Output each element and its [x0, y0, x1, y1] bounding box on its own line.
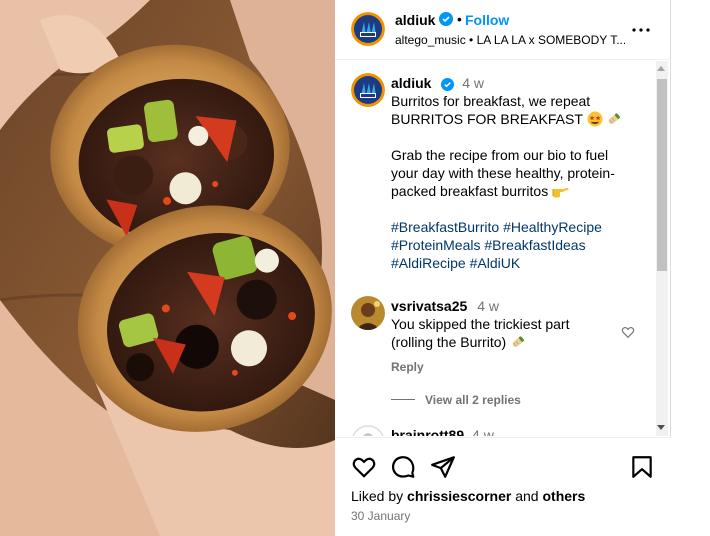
caption-text: BURRITOS FOR BREAKFAST — [391, 111, 583, 127]
view-replies-label: View all 2 replies — [425, 393, 521, 407]
page-background — [671, 0, 710, 536]
burrito-emoji — [512, 336, 524, 347]
commenter-username[interactable]: vsrivatsa25 — [391, 298, 467, 314]
post-action-bar: Liked by chrissiescorner and others 30 J… — [335, 437, 671, 536]
caption-text-line: Grab the recipe from our bio to fuel — [391, 147, 609, 163]
liked-by-others-link[interactable]: others — [542, 488, 585, 504]
audio-track-link[interactable]: altego_music • LA LA LA x SOMEBODY T... — [395, 33, 625, 47]
comments-scroll-area[interactable]: aldiuk 4 w Burritos for breakfast, we re… — [335, 61, 671, 436]
commenter-avatar[interactable] — [351, 296, 385, 330]
comment-bubble-icon[interactable] — [390, 454, 416, 480]
caption-username[interactable]: aldiuk — [391, 75, 431, 91]
burrito-photo — [0, 0, 335, 536]
commenter-avatar[interactable] — [351, 425, 385, 436]
caption-text-line: your day with these healthy, protein- — [391, 165, 615, 181]
hashtag-link[interactable]: #HealthyRecipe — [503, 219, 602, 235]
comment-timestamp[interactable]: 4 w — [472, 427, 494, 436]
comment-text-line: You skipped the trickiest part — [391, 316, 570, 332]
hashtag-link[interactable]: #ProteinMeals — [391, 237, 481, 253]
caption-text: packed breakfast burritos — [391, 183, 549, 199]
liked-by-username[interactable]: chrissiescorner — [407, 488, 511, 504]
separator-dot: • — [457, 11, 462, 27]
profile-avatar[interactable] — [351, 12, 385, 46]
scrollbar-thumb[interactable] — [657, 79, 667, 271]
replies-divider-line — [391, 399, 415, 400]
comment-text-line: (rolling the Burrito) — [391, 333, 621, 351]
likes-summary: Liked by chrissiescorner and others — [351, 488, 585, 504]
post-date[interactable]: 30 January — [351, 509, 410, 523]
user-photo-icon — [351, 296, 385, 330]
post-author-username[interactable]: aldiuk — [395, 12, 435, 28]
star-struck-emoji — [587, 111, 603, 127]
hashtag-link[interactable]: #BreakfastBurrito — [391, 219, 499, 235]
post-header: aldiuk • Follow altego_music • LA LA LA … — [335, 0, 671, 60]
scroll-down-arrow-icon[interactable] — [657, 425, 665, 430]
comment-item: brainrott89 4 w — [391, 427, 494, 436]
post-image[interactable] — [0, 0, 335, 536]
aldi-logo-icon — [351, 12, 385, 46]
hashtag-link[interactable]: #BreakfastIdeas — [484, 237, 585, 253]
pointing-hand-emoji — [552, 187, 569, 198]
caption-text-line: packed breakfast burritos — [391, 182, 641, 200]
reply-button[interactable]: Reply — [391, 360, 424, 374]
comment-item: vsrivatsa25 4 w You skipped the trickies… — [391, 297, 621, 351]
burrito-emoji — [609, 113, 621, 124]
comment-timestamp[interactable]: 4 w — [477, 298, 499, 314]
bookmark-icon[interactable] — [629, 454, 655, 480]
comment-like-heart-icon[interactable] — [621, 325, 635, 339]
follow-button[interactable]: Follow — [465, 12, 509, 28]
caption-timestamp[interactable]: 4 w — [462, 75, 484, 91]
default-avatar-icon — [352, 425, 384, 436]
liked-by-and: and — [515, 488, 539, 504]
verified-badge-icon — [439, 12, 453, 26]
commenter-username[interactable]: brainrott89 — [391, 427, 464, 436]
caption-author-avatar[interactable] — [351, 73, 385, 107]
liked-by-prefix: Liked by — [351, 488, 404, 504]
post-side-panel: aldiuk • Follow altego_music • LA LA LA … — [335, 0, 671, 536]
view-replies-button[interactable]: View all 2 replies — [391, 393, 521, 407]
share-paper-plane-icon[interactable] — [430, 454, 456, 480]
more-options-icon[interactable] — [629, 18, 653, 42]
hashtag-link[interactable]: #AldiUK — [470, 255, 521, 271]
aldi-logo-icon — [351, 73, 385, 107]
scroll-up-arrow-icon[interactable] — [657, 66, 665, 71]
caption-text-line: Burritos for breakfast, we repeat — [391, 93, 591, 109]
verified-badge-icon — [441, 78, 455, 91]
heart-icon[interactable] — [351, 454, 377, 480]
caption-text-line: BURRITOS FOR BREAKFAST — [391, 110, 641, 128]
comment-text: (rolling the Burrito) — [391, 334, 507, 350]
post-caption: aldiuk 4 w Burritos for breakfast, we re… — [391, 74, 641, 272]
hashtag-link[interactable]: #AldiRecipe — [391, 255, 466, 271]
